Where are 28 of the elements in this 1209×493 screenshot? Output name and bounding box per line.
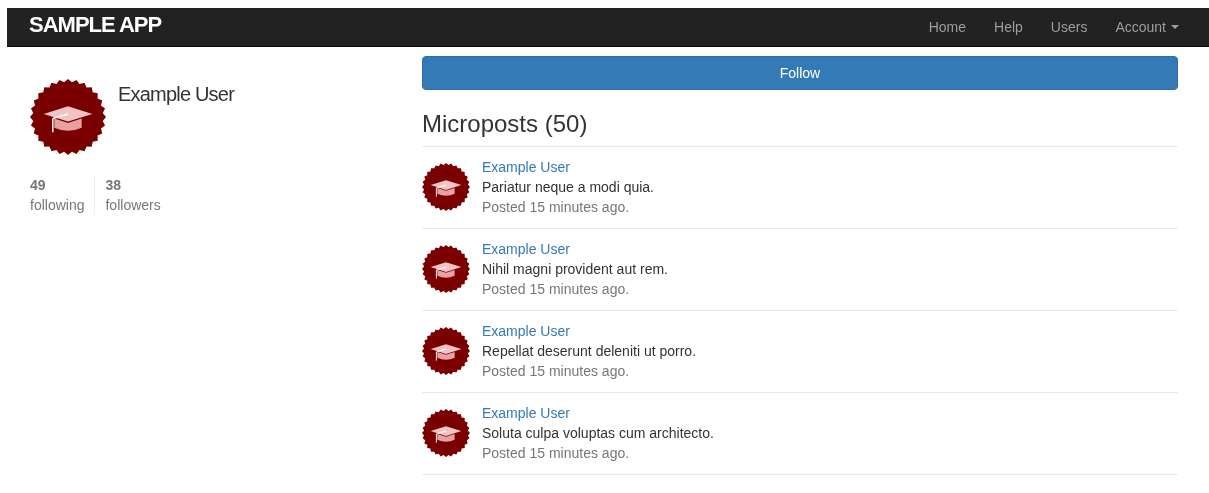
avatar-icon	[422, 163, 470, 211]
user-link[interactable]: Example User	[482, 239, 668, 259]
user-name: Example User	[118, 83, 234, 106]
user-link[interactable]: Example User	[482, 403, 714, 423]
post-content: Pariatur neque a modi quia.	[482, 178, 654, 197]
nav-link[interactable]: Home	[914, 19, 981, 35]
brand-logo[interactable]: SAMPLE APP	[29, 12, 162, 38]
avatar-icon	[30, 79, 106, 155]
post-timestamp: Posted 15 minutes ago.	[482, 280, 631, 299]
microposts-heading: Microposts (50)	[422, 110, 589, 138]
user-link[interactable]: Example User	[482, 321, 697, 341]
avatar-icon	[422, 327, 470, 375]
post-content: Repellat deserunt deleniti ut porro.	[482, 342, 697, 361]
nav-link[interactable]: Help	[980, 19, 1037, 35]
nav-link[interactable]: Account	[1101, 19, 1193, 35]
post-timestamp: Posted 15 minutes ago.	[482, 444, 631, 463]
caret-icon	[1171, 25, 1179, 29]
post-timestamp: Posted 15 minutes ago.	[482, 198, 631, 217]
post-content: Soluta culpa voluptas cum architecto.	[482, 424, 714, 443]
follow-button[interactable]: Follow	[422, 56, 1178, 90]
post-timestamp: Posted 15 minutes ago.	[482, 362, 631, 381]
stat-link[interactable]: 49 following	[30, 175, 95, 215]
stat-link[interactable]: 38 followers	[94, 175, 171, 215]
nav-link[interactable]: Users	[1036, 19, 1102, 35]
avatar-icon	[422, 409, 470, 457]
post-content: Nihil magni provident aut rem.	[482, 260, 668, 279]
user-link[interactable]: Example User	[482, 157, 654, 177]
avatar-icon	[422, 245, 470, 293]
